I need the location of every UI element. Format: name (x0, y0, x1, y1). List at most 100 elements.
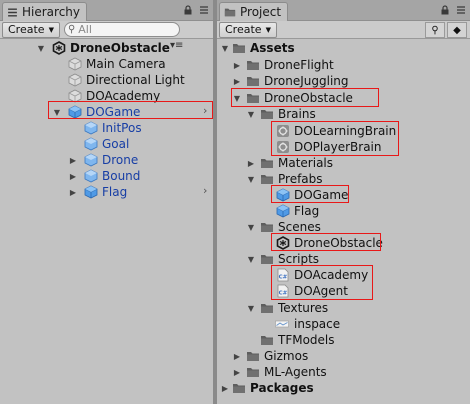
hierarchy-create-button[interactable]: Create ▼ (2, 21, 60, 38)
project-item-droneflight[interactable]: DroneFlight (246, 57, 334, 73)
hierarchy-item-drone[interactable]: Drone (84, 152, 138, 168)
mlagents-expand-arrow[interactable]: ▶ (232, 364, 242, 380)
item-label: Textures (278, 301, 329, 315)
prefab-icon (276, 188, 290, 202)
chevron-right-icon[interactable]: › (203, 184, 207, 197)
item-label: Flag (294, 204, 320, 218)
project-item-materials[interactable]: Materials (260, 155, 333, 171)
project-item-droneobstacle-scene[interactable]: DroneObstacle (276, 235, 383, 251)
project-item-assets[interactable]: Assets (232, 40, 295, 56)
hierarchy-item-dogame[interactable]: DOGame (68, 104, 140, 120)
project-item-dolearningbrain[interactable]: DOLearningBrain (276, 123, 396, 139)
project-item-tfmodels[interactable]: TFModels (260, 332, 335, 348)
menu-icon[interactable] (456, 4, 466, 18)
project-item-packages[interactable]: Packages (232, 380, 314, 396)
project-item-scenes[interactable]: Scenes (260, 219, 321, 235)
assets-expand-arrow[interactable]: ▼ (220, 40, 230, 56)
droneflight-expand-arrow[interactable]: ▶ (232, 57, 242, 73)
project-item-doagent-script[interactable]: DOAgent (276, 283, 348, 299)
project-item-ml-agents[interactable]: ML-Agents (246, 364, 327, 380)
project-item-dogame-prefab[interactable]: DOGame (276, 187, 348, 203)
hierarchy-item-goal[interactable]: Goal (84, 136, 129, 152)
menu-icon[interactable] (199, 4, 209, 18)
folder-icon (246, 349, 260, 363)
item-label: DroneObstacle (264, 91, 353, 105)
project-item-scripts[interactable]: Scripts (260, 251, 319, 267)
folder-icon (246, 91, 260, 105)
hierarchy-toolbar: Create ▼ ⚲ All (0, 21, 213, 39)
item-label: DroneFlight (264, 58, 334, 72)
lock-icon[interactable] (183, 4, 193, 18)
project-item-droneobstacle[interactable]: DroneObstacle (246, 90, 353, 106)
project-item-inspace-texture[interactable]: inspace (274, 316, 340, 332)
tab-project[interactable]: Project (219, 2, 289, 21)
project-tool-icons: ⚲ ◆ (425, 22, 467, 38)
item-label: ML-Agents (264, 365, 327, 379)
item-label: DroneJuggling (264, 74, 349, 88)
scene-menu-icon[interactable]: ▾≡ (170, 40, 183, 51)
scene-row[interactable]: DroneObstacle (52, 40, 170, 56)
dronejuggling-expand-arrow[interactable]: ▶ (232, 73, 242, 89)
create-button-label: Create (225, 23, 262, 36)
folder-icon (224, 6, 236, 18)
drone-expand-arrow[interactable]: ▶ (68, 152, 78, 168)
item-label: Drone (102, 153, 139, 167)
prefabs-expand-arrow[interactable]: ▼ (246, 171, 256, 187)
filter-by-label-button[interactable]: ◆ (447, 22, 467, 38)
gizmos-expand-arrow[interactable]: ▶ (232, 348, 242, 364)
project-toolbar: Create ▼ ⚲ ◆ (217, 21, 470, 39)
item-label: DOAgent (294, 284, 348, 298)
brains-expand-arrow[interactable]: ▼ (246, 106, 256, 122)
project-create-button[interactable]: Create ▼ (219, 21, 277, 38)
project-item-brains[interactable]: Brains (260, 106, 316, 122)
lock-icon[interactable] (440, 4, 450, 18)
hierarchy-panel: Hierarchy Create ▼ ⚲ All ▼ DroneObstacle… (0, 0, 213, 404)
hierarchy-search-input[interactable]: ⚲ All (63, 22, 180, 37)
scene-expand-arrow[interactable]: ▼ (36, 40, 46, 56)
item-label: Prefabs (278, 172, 323, 186)
project-item-gizmos[interactable]: Gizmos (246, 348, 308, 364)
project-item-dronejuggling[interactable]: DroneJuggling (246, 73, 349, 89)
item-label: DOAcademy (294, 268, 369, 282)
item-label: DroneObstacle (294, 236, 383, 250)
project-panel: Project Create ▼ ⚲ ◆ ▼ Assets ▶ DroneFli… (217, 0, 470, 404)
scripts-expand-arrow[interactable]: ▼ (246, 251, 256, 267)
textures-expand-arrow[interactable]: ▼ (246, 300, 256, 316)
search-icon: ⚲ (431, 24, 439, 36)
item-label: Directional Light (86, 73, 185, 87)
item-label: Gizmos (264, 349, 309, 363)
item-label: Materials (278, 156, 334, 170)
project-item-doacademy-script[interactable]: DOAcademy (276, 267, 368, 283)
hierarchy-item-directional-light[interactable]: Directional Light (68, 72, 185, 88)
chevron-right-icon[interactable]: › (203, 104, 207, 117)
hierarchy-item-doacademy[interactable]: DOAcademy (68, 88, 160, 104)
scene-name: DroneObstacle (70, 41, 170, 55)
flag-expand-arrow[interactable]: ▶ (68, 184, 78, 200)
hierarchy-item-initpos[interactable]: InitPos (84, 120, 142, 136)
project-tab-label: Project (240, 5, 282, 19)
filter-by-type-button[interactable]: ⚲ (425, 22, 445, 38)
project-item-textures[interactable]: Textures (260, 300, 328, 316)
project-item-prefabs[interactable]: Prefabs (260, 171, 323, 187)
materials-expand-arrow[interactable]: ▶ (246, 155, 256, 171)
droneobstacle-expand-arrow[interactable]: ▼ (232, 90, 242, 106)
hierarchy-item-flag[interactable]: Flag (84, 184, 127, 200)
bound-expand-arrow[interactable]: ▶ (68, 168, 78, 184)
folder-icon (260, 156, 274, 170)
item-label: Brains (278, 107, 316, 121)
packages-expand-arrow[interactable]: ▶ (220, 380, 230, 396)
hierarchy-item-bound[interactable]: Bound (84, 168, 140, 184)
hierarchy-item-main-camera[interactable]: Main Camera (68, 56, 166, 72)
prefab-icon (276, 204, 290, 218)
texture-icon (274, 317, 290, 331)
csharp-script-icon (276, 284, 290, 298)
dogame-expand-arrow[interactable]: ▼ (52, 104, 62, 120)
tab-hierarchy[interactable]: Hierarchy (2, 2, 88, 21)
item-label: Bound (102, 169, 141, 183)
project-item-flag-prefab[interactable]: Flag (276, 203, 319, 219)
scenes-expand-arrow[interactable]: ▼ (246, 219, 256, 235)
item-label: TFModels (278, 333, 335, 347)
brain-asset-icon (276, 124, 290, 138)
project-item-doplayerbrain[interactable]: DOPlayerBrain (276, 139, 382, 155)
item-label: inspace (294, 317, 341, 331)
